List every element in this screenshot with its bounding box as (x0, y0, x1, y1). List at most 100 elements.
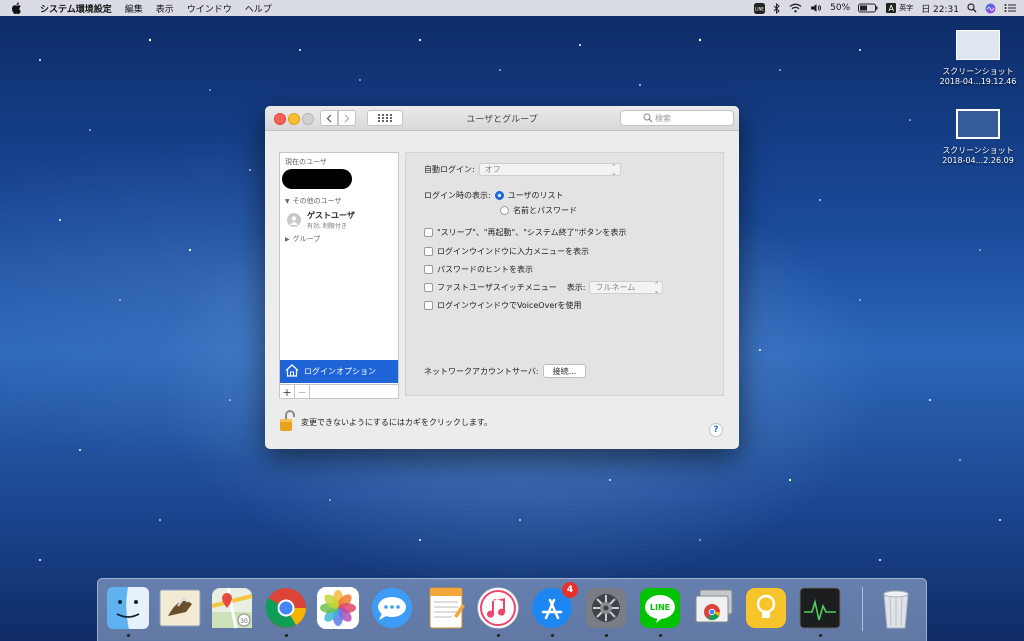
mail-icon[interactable] (158, 586, 202, 630)
fast-user-display-select[interactable]: フルネーム ⌃ ⌄ (589, 280, 664, 295)
chrome-icon[interactable] (264, 586, 308, 630)
system-preferences-icon[interactable] (584, 586, 628, 630)
running-indicator (285, 634, 288, 637)
checkbox-show-buttons[interactable] (424, 228, 433, 237)
bluetooth-icon[interactable] (773, 2, 781, 14)
siri-icon[interactable] (985, 3, 996, 14)
battery-percent[interactable]: 50% (830, 3, 850, 13)
clock[interactable]: 日 22:31 (921, 2, 959, 15)
display-label: ログイン時の表示: (424, 191, 491, 200)
checkbox-row: ログインウインドウに入力メニューを表示 (424, 246, 589, 257)
group-header[interactable]: ▶ グループ (280, 231, 398, 247)
login-options-panel: 自動ログイン: オフ ⌃ ⌄ ログイン時の表示: ユーザのリスト 名前とパスワード… (405, 152, 724, 396)
remove-user-button[interactable]: − (295, 385, 310, 399)
guest-user-item[interactable]: ゲストユーザ 有効, 制限付き (280, 209, 398, 231)
menu-edit[interactable]: 編集 (125, 2, 143, 15)
desktop-screenshot-file[interactable]: スクリーンショット 2018-04...19.12.46 (933, 30, 1023, 86)
running-indicator (605, 634, 608, 637)
checkbox-voiceover[interactable] (424, 301, 433, 310)
updown-chevron-icon: ⌃ ⌄ (653, 280, 660, 295)
checkbox-input-menu[interactable] (424, 247, 433, 256)
running-indicator (497, 634, 500, 637)
checkbox-password-hint-label[interactable]: パスワードのヒントを表示 (437, 264, 533, 275)
checkbox-row: ファストユーザスイッチメニュー 表示: フルネーム ⌃ ⌄ (424, 280, 664, 295)
checkbox-row: "スリープ"、"再起動"、"システム終了"ボタンを表示 (424, 227, 626, 238)
disclosure-triangle-down-icon[interactable]: ▼ (285, 198, 290, 205)
add-user-button[interactable]: + (280, 385, 295, 399)
disclosure-triangle-right-icon[interactable]: ▶ (285, 236, 290, 243)
radio-name-password-row: 名前とパスワード (500, 205, 577, 216)
maps-icon[interactable]: 30 (210, 586, 254, 630)
pages-icon[interactable] (424, 586, 468, 630)
wifi-icon[interactable] (789, 3, 802, 13)
radio-name-password-label[interactable]: 名前とパスワード (513, 205, 577, 216)
auto-login-row: 自動ログイン: オフ ⌃ ⌄ (424, 163, 621, 176)
input-source-label[interactable]: 英字 (899, 3, 913, 13)
tips-lightbulb-icon[interactable] (744, 586, 788, 630)
checkbox-password-hint[interactable] (424, 265, 433, 274)
input-source-icon[interactable]: A (886, 3, 897, 13)
other-users-header: ▼ その他のユーザ (280, 193, 398, 209)
running-indicator (551, 634, 554, 637)
radio-user-list-label[interactable]: ユーザのリスト (508, 190, 564, 201)
chrome-app-window-icon[interactable] (692, 586, 736, 630)
users-groups-window: ユーザとグループ 検索 現在のユーザ ▼ その他のユーザ ゲストユーザ 有効, … (265, 106, 739, 449)
file-name-line2: 2018-04...19.12.46 (939, 77, 1017, 86)
checkbox-fast-user-switch-label[interactable]: ファストユーザスイッチメニュー (437, 282, 557, 293)
line-icon[interactable]: LINE (638, 586, 682, 630)
menu-window[interactable]: ウインドウ (187, 2, 232, 15)
title-bar[interactable]: ユーザとグループ 検索 (265, 106, 739, 131)
itunes-icon[interactable] (476, 586, 520, 630)
photos-icon[interactable] (316, 586, 360, 630)
checkbox-show-buttons-label[interactable]: "スリープ"、"再起動"、"システム終了"ボタンを表示 (437, 227, 626, 238)
menu-app-name[interactable]: システム環境設定 (40, 2, 112, 15)
checkbox-voiceover-label[interactable]: ログインウインドウでVoiceOverを使用 (437, 300, 582, 311)
battery-icon[interactable] (858, 3, 878, 13)
volume-icon[interactable] (810, 3, 822, 13)
spotlight-icon[interactable] (967, 3, 977, 13)
line-icon-label: LINE (650, 603, 670, 612)
radio-name-password[interactable] (500, 206, 509, 215)
menu-help[interactable]: ヘルプ (245, 2, 272, 15)
finder-icon[interactable] (106, 586, 150, 630)
lock-instruction-text: 変更できないようにするにはカギをクリックします。 (301, 417, 493, 427)
login-options-item[interactable]: ログインオプション (280, 360, 398, 383)
padlock-open-icon[interactable] (279, 410, 295, 434)
fast-user-display-value: フルネーム (595, 283, 636, 292)
running-indicator (127, 634, 130, 637)
guest-user-name: ゲストユーザ (307, 211, 355, 220)
auto-login-value: オフ (484, 165, 501, 174)
checkbox-fast-user-switch[interactable] (424, 283, 433, 292)
sidebar-toolbar: + − (280, 384, 398, 399)
screenshot-thumbnail-icon (956, 109, 1000, 139)
updown-chevron-icon: ⌃ ⌄ (610, 162, 617, 177)
auto-login-select[interactable]: オフ ⌃ ⌄ (478, 162, 621, 177)
trash-icon[interactable] (874, 586, 918, 630)
desktop-screenshot-file[interactable]: スクリーンショット 2018-04...2.26.09 (933, 109, 1023, 165)
app-store-badge: 4 (562, 582, 578, 598)
maps-3d-label: 30 (240, 618, 248, 625)
help-button[interactable]: ? (709, 423, 723, 437)
screenshot-thumbnail-icon (956, 30, 1000, 60)
menu-view[interactable]: 表示 (156, 2, 174, 15)
join-button[interactable]: 接続... (542, 364, 587, 378)
current-user-header: 現在のユーザ (285, 158, 327, 166)
lock-row: 変更できないようにするにはカギをクリックします。 (279, 410, 492, 434)
search-icon (643, 113, 653, 123)
radio-user-list[interactable] (494, 191, 504, 200)
login-options-label: ログインオプション (304, 367, 376, 376)
running-indicator (819, 634, 822, 637)
notification-center-icon[interactable] (1004, 3, 1016, 13)
messages-icon[interactable] (370, 586, 414, 630)
checkbox-input-menu-label[interactable]: ログインウインドウに入力メニューを表示 (437, 246, 589, 257)
file-name-line1: スクリーンショット (942, 67, 1014, 76)
users-sidebar: 現在のユーザ ▼ その他のユーザ ゲストユーザ 有効, 制限付き ▶ グループ … (279, 152, 399, 399)
running-indicator (659, 634, 662, 637)
checkbox-row: パスワードのヒントを表示 (424, 264, 533, 275)
search-field[interactable]: 検索 (620, 110, 734, 126)
redacted-current-user[interactable] (282, 169, 352, 189)
apple-menu-icon[interactable] (12, 2, 28, 14)
line-status-icon[interactable]: LINE (754, 2, 766, 14)
activity-monitor-icon[interactable] (798, 586, 842, 630)
guest-user-status: 有効, 制限付き (307, 223, 347, 230)
